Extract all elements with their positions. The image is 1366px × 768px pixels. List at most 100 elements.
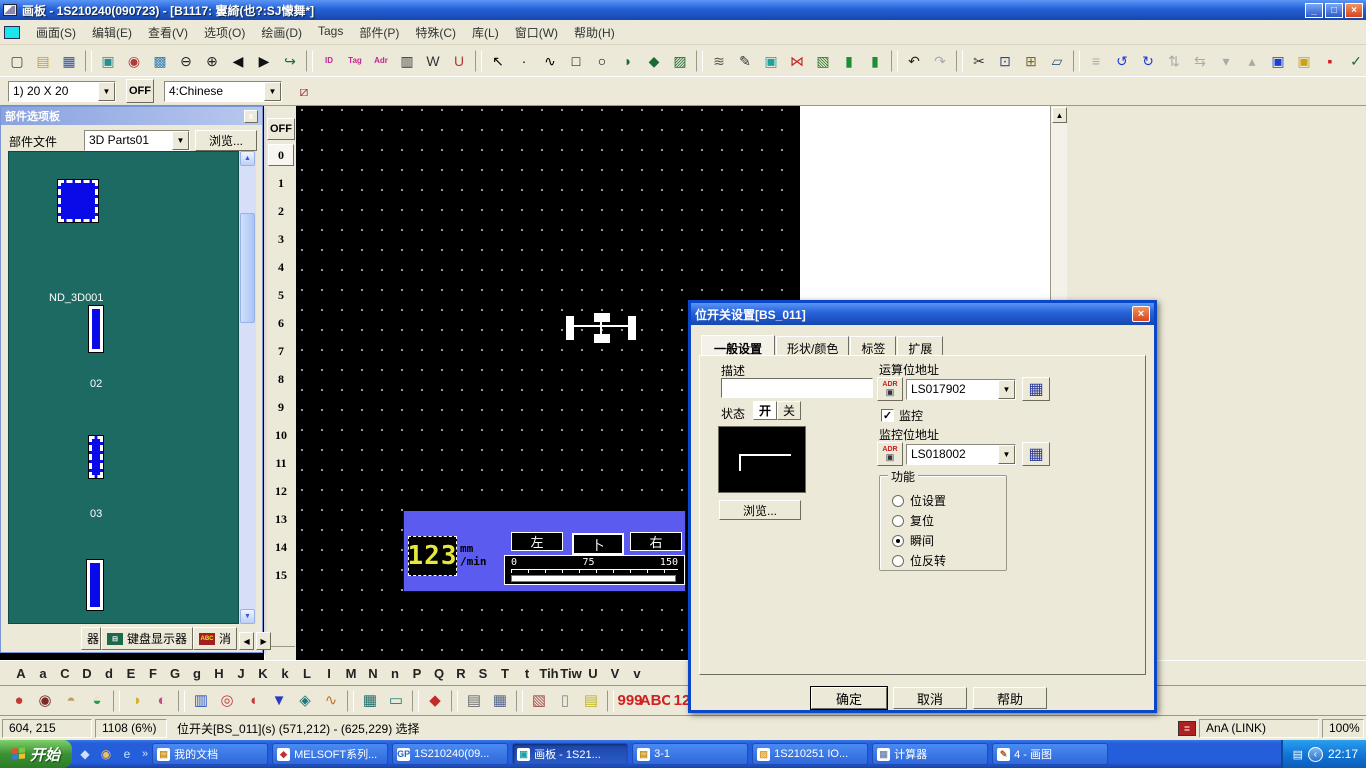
menu-item[interactable]: 部件(P) (351, 20, 407, 45)
taskbar-task-button[interactable]: GP 1S210240(09... (392, 743, 508, 765)
menu-item[interactable]: 窗口(W) (507, 20, 566, 45)
screen-manager-icon[interactable]: ▩ (148, 49, 172, 73)
mirror-icon[interactable]: ⋈ (785, 49, 809, 73)
separator[interactable] (178, 690, 185, 712)
part-thumbnail-nd3d001[interactable] (58, 180, 98, 222)
polyline-icon[interactable]: ∿ (538, 49, 562, 73)
letter-part-button[interactable]: V (604, 666, 626, 681)
middle-button[interactable]: 卜 (572, 533, 624, 555)
letter-part-button[interactable]: F (142, 666, 164, 681)
letter-part-button[interactable]: a (32, 666, 54, 681)
send-back-icon[interactable]: ▣ (1292, 49, 1316, 73)
hmi-panel[interactable]: 123 mm /min 左 卜 右 0 75 150 (403, 509, 686, 592)
dialog-title-bar[interactable]: 位开关设置[BS_011] × (691, 303, 1154, 325)
left-button[interactable]: 左 (511, 532, 563, 551)
letter-part-button[interactable]: C (54, 666, 76, 681)
state-number-button[interactable]: 14 (268, 536, 294, 558)
letter-part-button[interactable]: Tiw (560, 666, 582, 681)
state-number-button[interactable]: 1 (268, 172, 294, 194)
chevron-down-icon[interactable]: ▼ (264, 82, 281, 101)
undo-icon[interactable]: ↶ (902, 49, 926, 73)
state-number-button[interactable]: 12 (268, 480, 294, 502)
operation-address-select[interactable]: LS017902 ▼ (906, 379, 1016, 400)
dialog-close-icon[interactable]: × (1132, 306, 1150, 322)
bring-front-icon[interactable]: ▣ (1266, 49, 1290, 73)
state-number-button[interactable]: 6 (268, 312, 294, 334)
slider-bar[interactable] (511, 575, 676, 582)
menu-item[interactable]: 编辑(E) (84, 20, 140, 45)
id-tag-icon[interactable]: ID (317, 49, 341, 73)
keypad-icon[interactable]: ▦ (358, 689, 382, 713)
separator[interactable] (306, 50, 313, 72)
state-off-button[interactable]: OFF (267, 118, 295, 140)
function-switch-icon[interactable]: ◓ (59, 689, 83, 713)
taskbar-task-button[interactable]: ◆ MELSOFT系列... (272, 743, 388, 765)
state-off-button[interactable]: 关 (777, 401, 801, 420)
new-icon[interactable]: ▢ (5, 49, 29, 73)
menu-item[interactable]: 画面(S) (28, 20, 84, 45)
taskbar-task-button[interactable]: ▤ 我的文档 (152, 743, 268, 765)
numeric-display[interactable]: 123 (408, 536, 457, 576)
state-number-button[interactable]: 15 (268, 564, 294, 586)
screen-copy-icon[interactable]: ▣ (96, 49, 120, 73)
script-icon[interactable]: ▧ (527, 689, 551, 713)
state-off-button[interactable]: OFF (126, 79, 154, 103)
separator[interactable] (607, 690, 614, 712)
scroll-up-icon[interactable]: ▲ (240, 151, 255, 166)
state-number-button[interactable]: 9 (268, 396, 294, 418)
state-on-button[interactable]: 开 (753, 401, 777, 420)
description-input[interactable] (721, 378, 873, 398)
function-radio-option[interactable]: 瞬间 (892, 532, 934, 549)
letter-part-button[interactable]: G (164, 666, 186, 681)
rotate-left-icon[interactable]: ↺ (1110, 49, 1134, 73)
arc-icon[interactable]: ◗ (616, 49, 640, 73)
cut-icon[interactable]: ✂ (967, 49, 991, 73)
open-icon[interactable]: ▤ (31, 49, 55, 73)
letter-part-button[interactable]: v (626, 666, 648, 681)
address-tag-button[interactable]: ADR▣ (877, 377, 903, 401)
screen-switch-icon[interactable]: ◒ (85, 689, 109, 713)
chevron-down-icon[interactable]: ▼ (172, 131, 189, 150)
scroll-up-icon[interactable]: ▲ (1052, 107, 1067, 123)
separator[interactable] (85, 50, 92, 72)
logging-icon[interactable]: ▦ (488, 689, 512, 713)
check-icon[interactable]: ✓ (1344, 49, 1366, 73)
tab-message-display[interactable]: ABC 消 (193, 627, 237, 650)
text-display-icon[interactable]: ABC (644, 689, 668, 713)
save-icon[interactable]: ▦ (57, 49, 81, 73)
letter-part-button[interactable]: L (296, 666, 318, 681)
separator[interactable] (451, 690, 458, 712)
library-save-icon[interactable]: ▮ (863, 49, 887, 73)
list-icon[interactable]: ▤ (579, 689, 603, 713)
function-radio-option[interactable]: 位设置 (892, 492, 946, 509)
separator[interactable] (347, 690, 354, 712)
pen-icon[interactable]: ✎ (733, 49, 757, 73)
palette-browse-button[interactable]: 浏览... (195, 130, 257, 151)
taskbar-task-button[interactable]: ▦ 计算器 (872, 743, 988, 765)
quick-launch-overflow-icon[interactable]: » (142, 748, 148, 760)
function-radio-option[interactable]: 位反转 (892, 552, 946, 569)
window-parts-icon[interactable]: W (421, 49, 445, 73)
redo-icon[interactable]: ↷ (928, 49, 952, 73)
ie-icon[interactable]: e (118, 745, 136, 763)
meter-icon[interactable]: ◈ (293, 689, 317, 713)
part-thumbnail-partial[interactable] (89, 306, 103, 352)
parts-list-area[interactable]: ND_3D001 02 03 (8, 151, 239, 624)
separator[interactable] (516, 690, 523, 712)
tag-list-icon[interactable]: Tag (343, 49, 367, 73)
palette-scrollbar[interactable]: ▲ ▼ (239, 151, 256, 624)
scroll-down-icon[interactable]: ▼ (240, 609, 255, 624)
numeric-display-icon[interactable]: 999 (618, 689, 642, 713)
address-tag-button[interactable]: ADR▣ (877, 442, 903, 466)
state-number-button[interactable]: 8 (268, 368, 294, 390)
trend-graph-icon[interactable]: ∿ (319, 689, 343, 713)
keypad-button[interactable]: ▦ (1022, 442, 1050, 466)
taskbar-task-button[interactable]: ✎ 4 - 画图 (992, 743, 1108, 765)
part-thumbnail-partial[interactable] (89, 436, 103, 478)
next-screen-icon[interactable]: ▶ (252, 49, 276, 73)
monitor-checkbox[interactable]: ✓ (881, 409, 894, 422)
language-copy-icon[interactable]: ⧄ (292, 79, 316, 103)
letter-part-button[interactable]: M (340, 666, 362, 681)
ok-button[interactable]: 确定 (811, 687, 887, 709)
part-thumbnail-partial[interactable] (87, 560, 103, 610)
